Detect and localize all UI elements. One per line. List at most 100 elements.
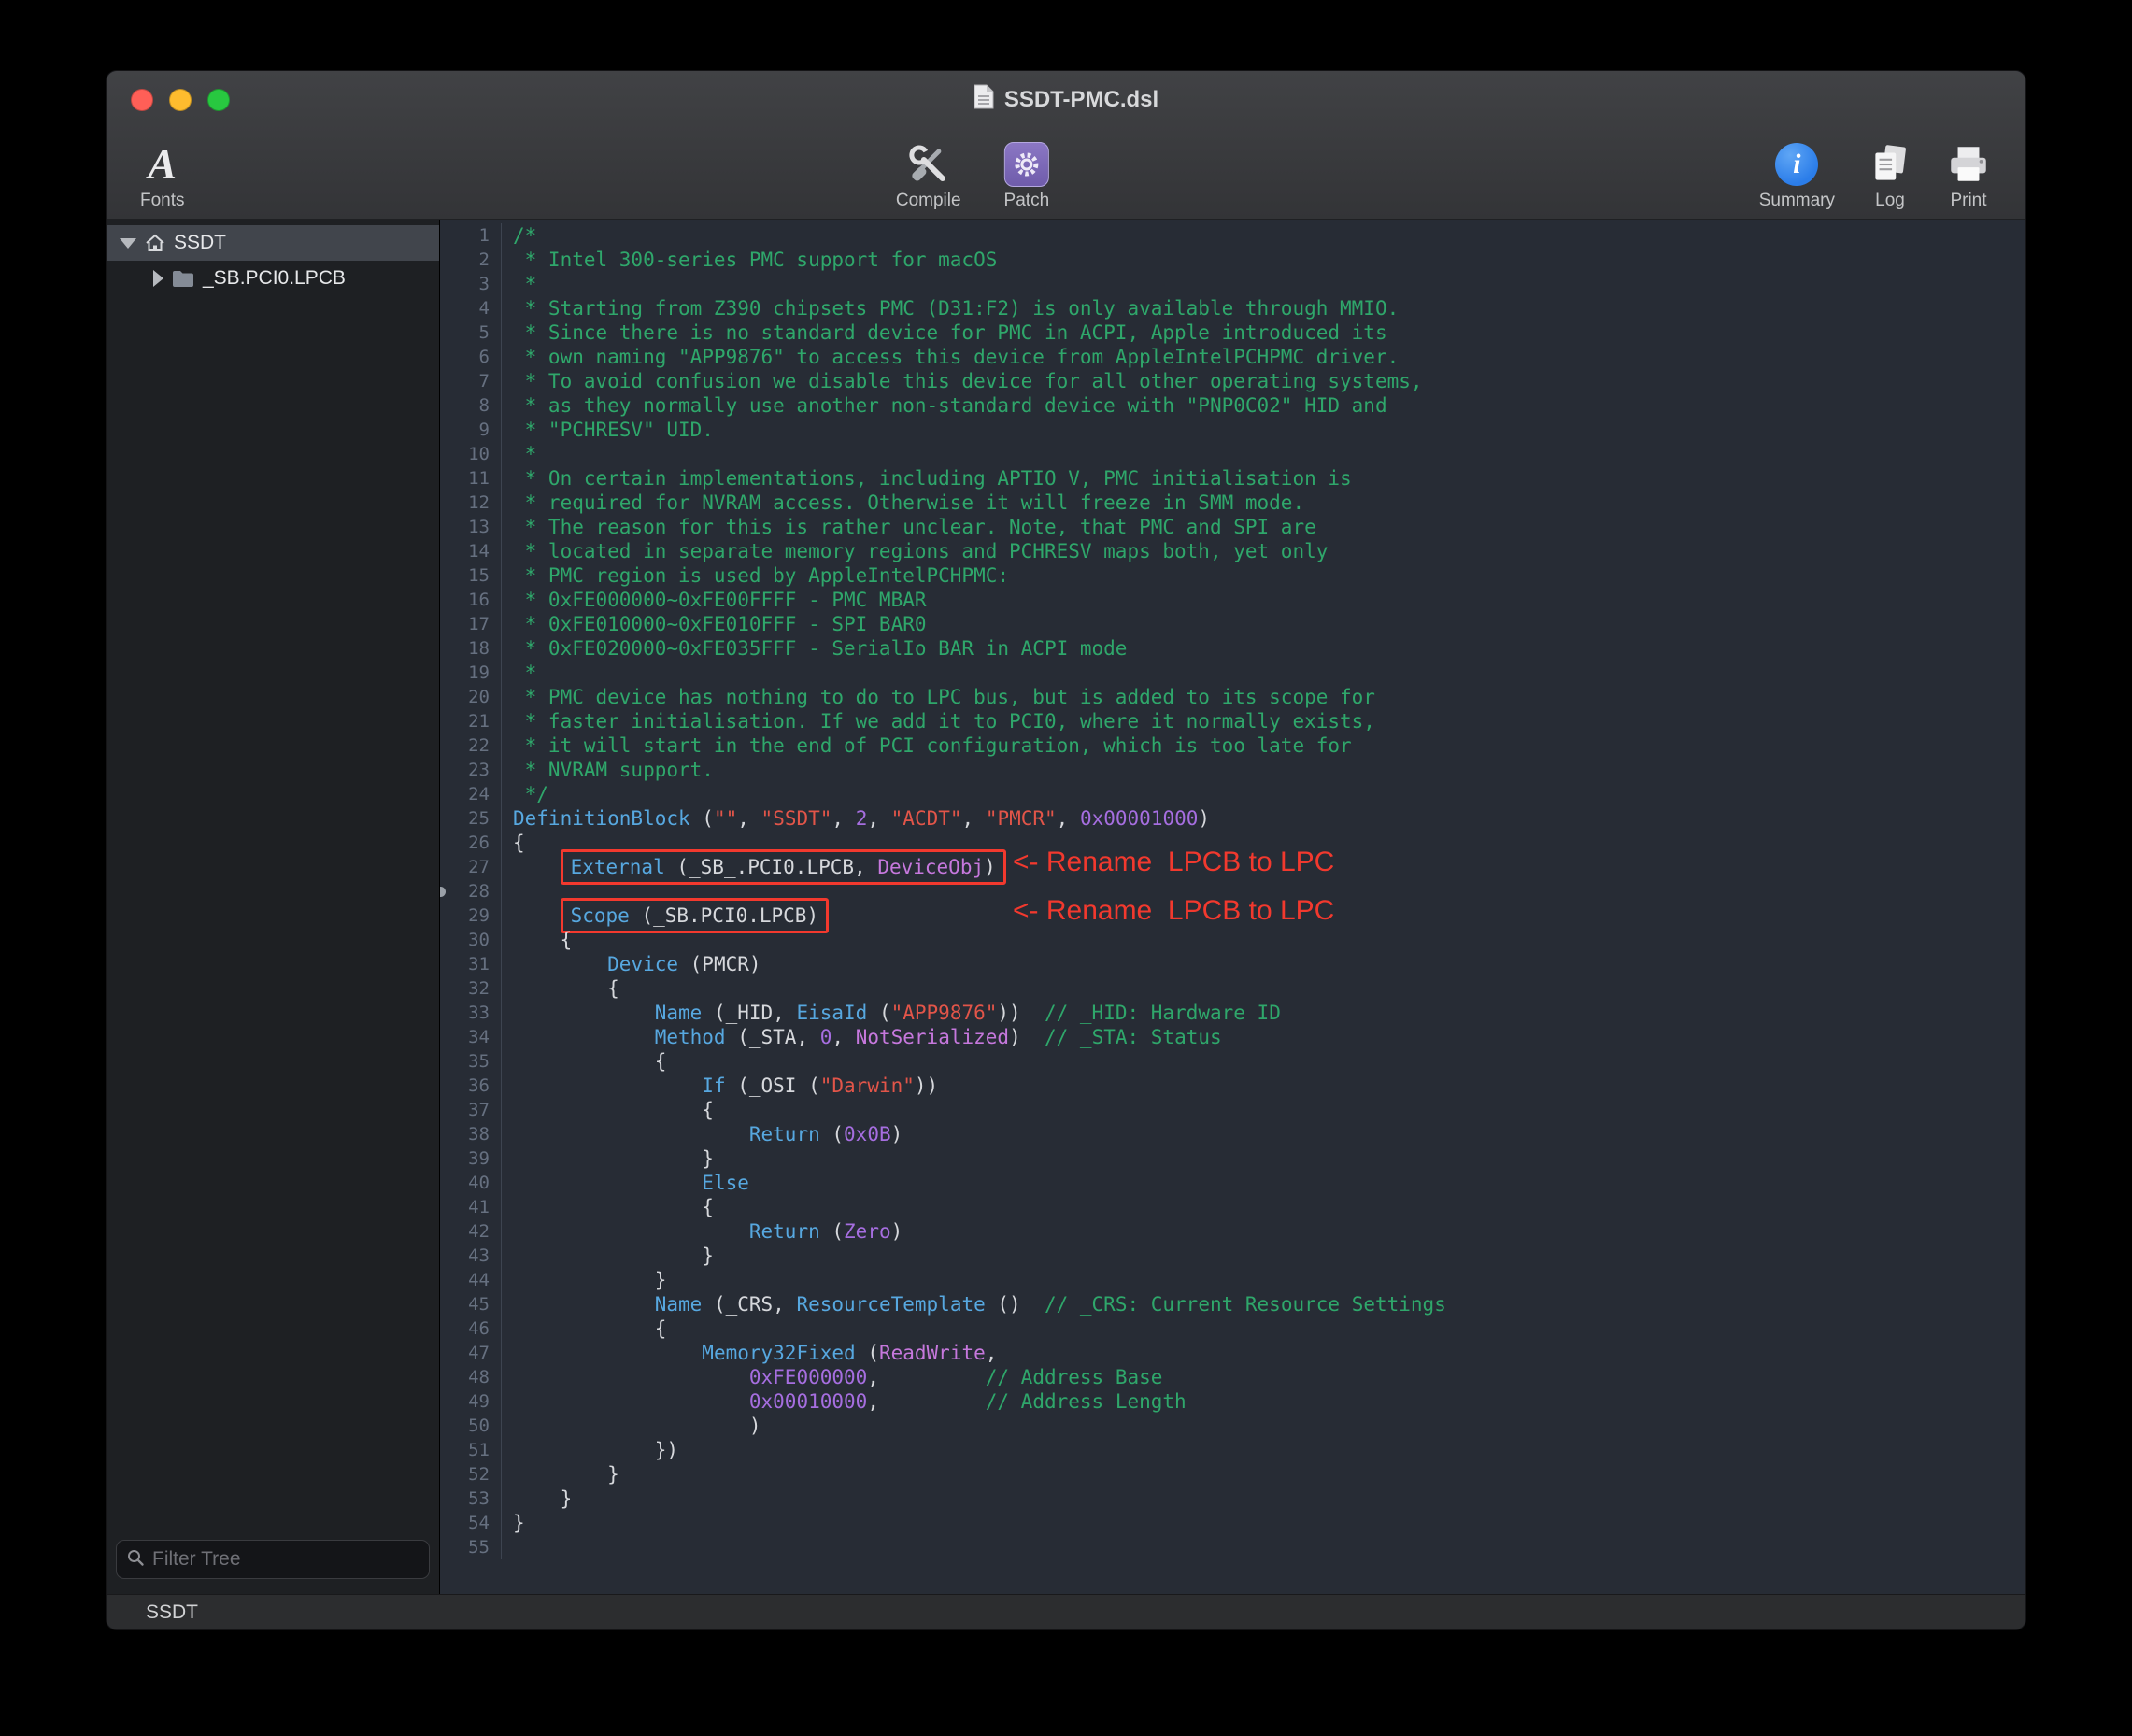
toolbar-label: Patch: [1004, 191, 1050, 211]
line-number: 21: [440, 709, 502, 733]
code-line: 43 }: [440, 1244, 2025, 1268]
compile-button[interactable]: Compile: [896, 139, 961, 211]
fonts-button[interactable]: A Fonts: [140, 139, 185, 211]
code-line-content: {: [502, 928, 572, 952]
code-line-content: }): [502, 1438, 678, 1462]
minimize-button[interactable]: [169, 89, 192, 111]
code-line: 42 Return (Zero): [440, 1219, 2025, 1244]
code-token: Name: [655, 1293, 703, 1316]
code-token: Return: [749, 1220, 820, 1243]
sidebar-item-ssdt[interactable]: SSDT: [107, 225, 439, 261]
code-token: * 0xFE010000~0xFE010FFF - SPI BAR0: [513, 613, 927, 635]
filter-field[interactable]: [116, 1540, 430, 1579]
toolbar: A Fonts Compile: [107, 129, 2025, 219]
code-editor[interactable]: 1/*2 * Intel 300-series PMC support for …: [440, 220, 2025, 1594]
code-line-content: * as they normally use another non-stand…: [502, 393, 1387, 418]
line-number: 2: [440, 248, 502, 272]
zoom-button[interactable]: [207, 89, 230, 111]
line-number: 22: [440, 733, 502, 758]
disclosure-right-icon[interactable]: [153, 270, 163, 287]
line-number: 49: [440, 1389, 502, 1414]
code-token: (: [820, 1220, 844, 1243]
code-token: ,: [1057, 807, 1080, 830]
code-line-content: 0x00010000, // Address Length: [502, 1389, 1187, 1414]
main-content: SSDT_SB.PCI0.LPCB 1/*2 * Intel 300-serie…: [107, 220, 2025, 1594]
code-token: {: [513, 929, 572, 951]
code-line-content: *: [502, 442, 536, 466]
status-text: SSDT: [146, 1601, 198, 1624]
line-number: 27: [440, 855, 502, 879]
code-token: [513, 1293, 655, 1316]
search-icon: [126, 1548, 145, 1572]
code-token: NotSerialized: [856, 1026, 1009, 1048]
code-line-content: Method (_STA, 0, NotSerialized) // _STA:…: [502, 1025, 1222, 1049]
close-button[interactable]: [131, 89, 153, 111]
code-line: 13 * The reason for this is rather uncle…: [440, 515, 2025, 539]
code-line-content: */: [502, 782, 548, 806]
disclosure-down-icon[interactable]: [120, 238, 136, 249]
status-bar: SSDT: [107, 1594, 2025, 1629]
line-number: 25: [440, 806, 502, 831]
code-token: * Intel 300-series PMC support for macOS: [513, 249, 997, 271]
line-number: 34: [440, 1025, 502, 1049]
line-number: 48: [440, 1365, 502, 1389]
code-line-content: External (_SB_.PCI0.LPCB, DeviceObj)<- R…: [502, 855, 1006, 879]
code-line: 23 * NVRAM support.: [440, 758, 2025, 782]
code-token: (_STA,: [726, 1026, 820, 1048]
code-line: 46 {: [440, 1316, 2025, 1341]
line-number: 13: [440, 515, 502, 539]
code-token: *: [513, 443, 536, 465]
code-line-content: If (_OSI ("Darwin")): [502, 1074, 938, 1098]
summary-info-icon: i: [1775, 139, 1818, 190]
code-token: * Starting from Z390 chipsets PMC (D31:F…: [513, 297, 1399, 320]
code-line: 7 * To avoid confusion we disable this d…: [440, 369, 2025, 393]
sidebar-item-_sb.pci0.lpcb[interactable]: _SB.PCI0.LPCB: [107, 261, 439, 296]
code-token: ): [984, 856, 996, 878]
toolbar-label: Summary: [1759, 191, 1835, 211]
toolbar-label: Fonts: [140, 191, 185, 211]
code-line-content: Name (_CRS, ResourceTemplate () // _CRS:…: [502, 1292, 1446, 1316]
line-number: 51: [440, 1438, 502, 1462]
code-token: * "PCHRESV" UID.: [513, 419, 714, 441]
code-token: *: [513, 662, 536, 684]
toolbar-center-group: Compile Patch: [896, 139, 1049, 211]
code-line-content: {: [502, 1098, 714, 1122]
toolbar-label: Compile: [896, 191, 961, 211]
printer-icon: [1945, 139, 1992, 190]
sidebar-tree: SSDT_SB.PCI0.LPCB: [107, 225, 439, 296]
home-icon: [145, 234, 165, 252]
code-line: 55: [440, 1535, 2025, 1559]
toolbar-right-group: i Summary Log: [1759, 139, 1992, 211]
code-line: 16 * 0xFE000000~0xFE00FFFF - PMC MBAR: [440, 588, 2025, 612]
code-token: // Address Length: [986, 1390, 1187, 1413]
code-line: 39 }: [440, 1146, 2025, 1171]
titlebar[interactable]: SSDT-PMC.dsl: [107, 71, 2025, 129]
sidebar: SSDT_SB.PCI0.LPCB: [107, 220, 440, 1594]
code-token: /*: [513, 224, 536, 247]
code-token: {: [513, 1099, 714, 1121]
code-token: DefinitionBlock: [513, 807, 690, 830]
code-line-content: * PMC region is used by AppleIntelPCHPMC…: [502, 563, 1009, 588]
print-button[interactable]: Print: [1945, 139, 1992, 211]
code-line-content: Memory32Fixed (ReadWrite,: [502, 1341, 997, 1365]
code-line-content: *: [502, 272, 536, 296]
line-number: 36: [440, 1074, 502, 1098]
line-number: 44: [440, 1268, 502, 1292]
code-line: 4 * Starting from Z390 chipsets PMC (D31…: [440, 296, 2025, 320]
code-token: 0xFE000000: [749, 1366, 867, 1388]
log-button[interactable]: Log: [1867, 139, 1913, 211]
code-token: }: [513, 1269, 666, 1291]
line-number: 6: [440, 345, 502, 369]
line-number: 42: [440, 1219, 502, 1244]
code-line: 3 *: [440, 272, 2025, 296]
code-line: 29 Scope (_SB.PCI0.LPCB)<- Rename LPCB t…: [440, 904, 2025, 928]
summary-button[interactable]: i Summary: [1759, 139, 1835, 211]
code-token: (: [690, 807, 714, 830]
patch-button[interactable]: Patch: [1004, 139, 1050, 211]
code-line-content: * required for NVRAM access. Otherwise i…: [502, 491, 1304, 515]
code-line: 34 Method (_STA, 0, NotSerialized) // _S…: [440, 1025, 2025, 1049]
code-token: {: [513, 977, 619, 1000]
code-token: (_HID,: [702, 1002, 796, 1024]
filter-tree-input[interactable]: [152, 1548, 419, 1571]
code-line-content: * 0xFE000000~0xFE00FFFF - PMC MBAR: [502, 588, 927, 612]
